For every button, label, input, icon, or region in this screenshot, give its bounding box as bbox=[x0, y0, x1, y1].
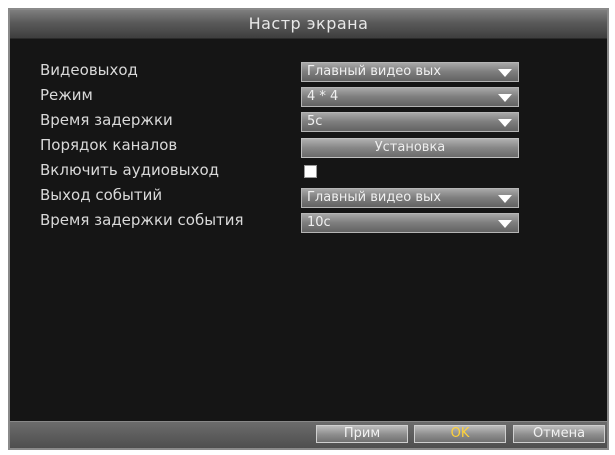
dialog-title: Настр экрана bbox=[248, 14, 369, 33]
audio-output-checkbox[interactable] bbox=[304, 165, 317, 178]
video-output-select[interactable]: Главный видео вых bbox=[301, 62, 519, 82]
delay-time-select[interactable]: 5c bbox=[301, 112, 519, 132]
event-delay-select[interactable]: 10c bbox=[301, 213, 519, 233]
event-delay-value: 10c bbox=[307, 215, 331, 230]
chevron-down-icon bbox=[498, 119, 512, 127]
delay-time-value: 5c bbox=[307, 114, 323, 129]
button-bar: Прим OK Отмена bbox=[10, 421, 607, 448]
chevron-down-icon bbox=[498, 195, 512, 203]
chevron-down-icon bbox=[498, 94, 512, 102]
event-output-label: Выход событий bbox=[40, 186, 163, 204]
delay-time-label: Время задержки bbox=[40, 111, 173, 129]
video-output-label: Видеовыход bbox=[40, 61, 138, 79]
event-delay-label: Время задержки события bbox=[40, 211, 244, 229]
event-output-value: Главный видео вых bbox=[307, 190, 442, 205]
mode-label: Режим bbox=[40, 86, 93, 104]
audio-output-label: Включить аудиовыход bbox=[40, 161, 219, 179]
ok-button[interactable]: OK bbox=[414, 425, 506, 443]
screen-settings-dialog: Настр экрана Видеовыход Главный видео вы… bbox=[8, 8, 609, 450]
mode-value: 4 * 4 bbox=[307, 89, 339, 104]
title-bar: Настр экрана bbox=[10, 10, 607, 39]
channel-order-label: Порядок каналов bbox=[40, 136, 178, 154]
mode-select[interactable]: 4 * 4 bbox=[301, 87, 519, 107]
chevron-down-icon bbox=[498, 69, 512, 77]
channel-order-setup-button[interactable]: Установка bbox=[301, 138, 519, 158]
chevron-down-icon bbox=[498, 220, 512, 228]
video-output-value: Главный видео вых bbox=[307, 64, 442, 79]
apply-button[interactable]: Прим bbox=[316, 425, 408, 443]
event-output-select[interactable]: Главный видео вых bbox=[301, 188, 519, 208]
cancel-button[interactable]: Отмена bbox=[513, 425, 605, 443]
